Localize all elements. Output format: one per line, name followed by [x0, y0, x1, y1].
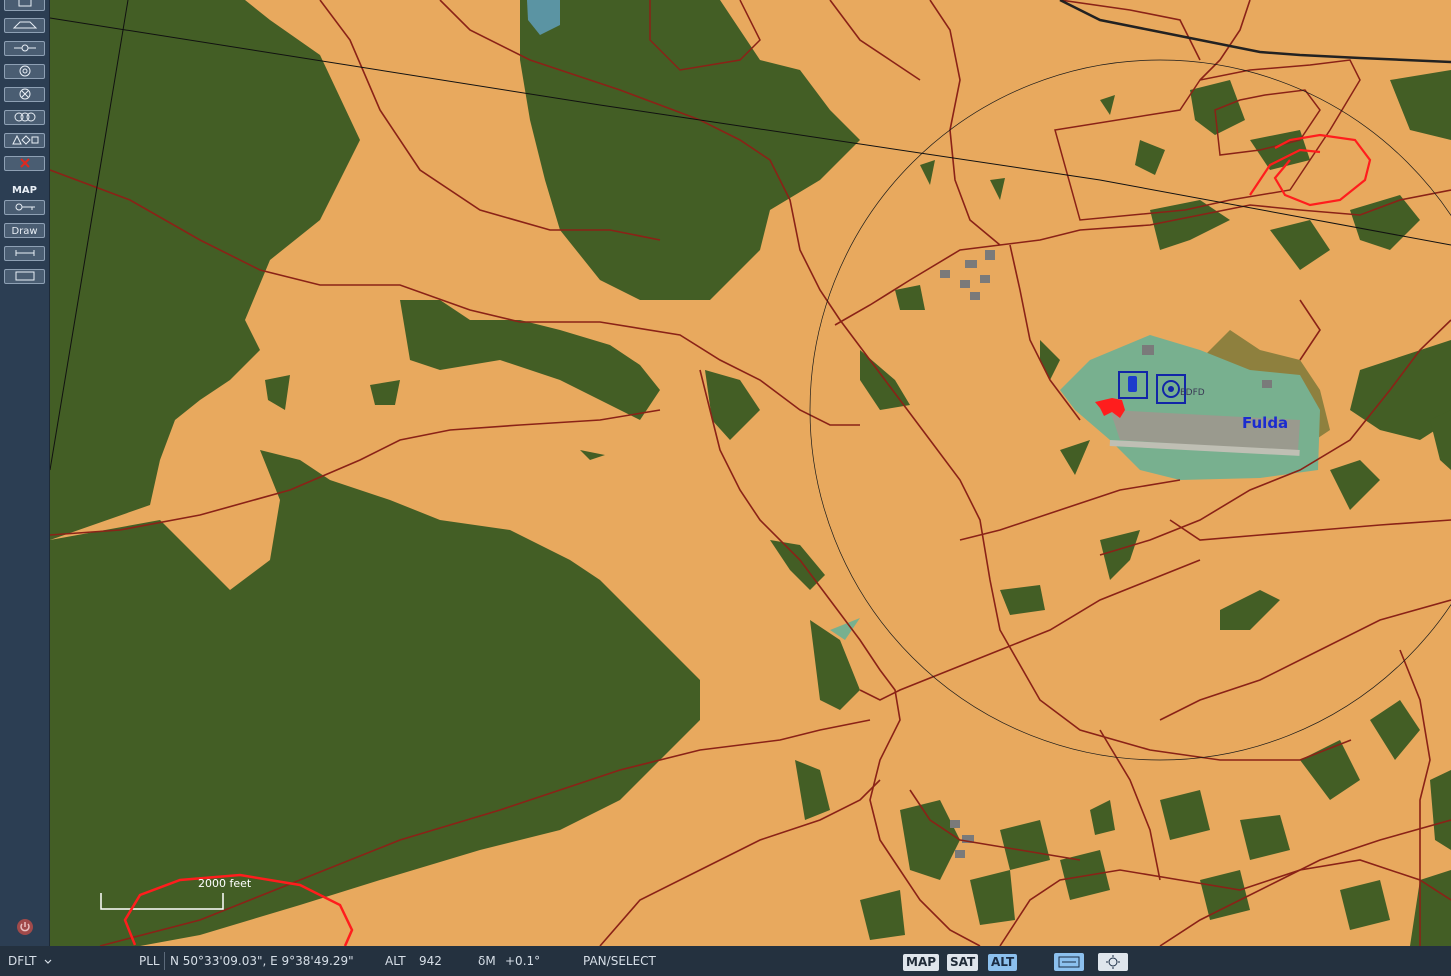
waypoint-tool-button[interactable]: [4, 41, 45, 56]
ndb-icon: [19, 88, 30, 100]
status-bar: DFLT PLL N 50°33'09.03", E 9°38'49.29" A…: [0, 946, 1451, 976]
weather-toggle-button[interactable]: [1098, 953, 1128, 971]
railway: [1059, 0, 1451, 64]
runway-icon: [18, 0, 31, 7]
map-canvas[interactable]: Fulda 2000 feet EDFD: [50, 0, 1451, 946]
measure-icon: [15, 250, 34, 256]
satellite-layer-button[interactable]: SAT: [947, 954, 979, 971]
shapes-icon: [11, 134, 38, 145]
magnetic-variation-label: δM: [478, 954, 496, 968]
airspace-icon: [12, 21, 37, 29]
coordinates-readout: N 50°33'09.03", E 9°38'49.29": [170, 954, 354, 968]
mode-indicator: PAN/SELECT: [583, 954, 656, 968]
airport-code-label: EDFD: [1180, 388, 1205, 398]
coord-mode[interactable]: PLL: [139, 954, 160, 968]
divider: [164, 952, 165, 970]
key-tool-button[interactable]: [4, 200, 45, 215]
scale-label: 2000 feet: [198, 877, 252, 890]
altitude-value: 942: [419, 954, 442, 968]
key-icon: [15, 203, 35, 211]
map-section-label: MAP: [11, 185, 38, 196]
terrain-layer: [50, 0, 1451, 946]
chevron-down-icon[interactable]: [44, 959, 52, 965]
waypoint-icon: [13, 44, 36, 52]
magnetic-variation-value: +0.1°: [505, 954, 541, 968]
shapes-tool-button[interactable]: [4, 133, 45, 148]
close-icon: [19, 158, 30, 168]
clear-button[interactable]: [4, 156, 45, 171]
altitude-layer-button[interactable]: ALT: [988, 954, 1018, 971]
draw-button[interactable]: Draw: [4, 223, 45, 238]
marker-tool-button[interactable]: [4, 110, 45, 125]
altitude-label: ALT: [385, 954, 406, 968]
runway-tool-button[interactable]: [4, 0, 45, 11]
map-layer-button[interactable]: MAP: [903, 954, 940, 971]
vor-icon: [19, 65, 30, 77]
airspace-toggle-button[interactable]: [1054, 953, 1084, 971]
power-icon[interactable]: [16, 918, 34, 936]
airspace-tool-button[interactable]: [4, 18, 45, 33]
vor-tool-button[interactable]: [4, 64, 45, 79]
measure-tool-button[interactable]: [4, 246, 45, 261]
region-tool-button[interactable]: [4, 269, 45, 284]
city-label-fulda: Fulda: [1242, 414, 1289, 432]
map-toolbar: MAP Draw: [0, 0, 50, 946]
marker-icon: [14, 112, 35, 122]
ndb-tool-button[interactable]: [4, 87, 45, 102]
rectangle-icon: [15, 271, 34, 281]
airspace-icon: [1058, 956, 1080, 968]
profile-selector[interactable]: DFLT: [8, 954, 37, 968]
sun-icon: [1106, 955, 1120, 969]
